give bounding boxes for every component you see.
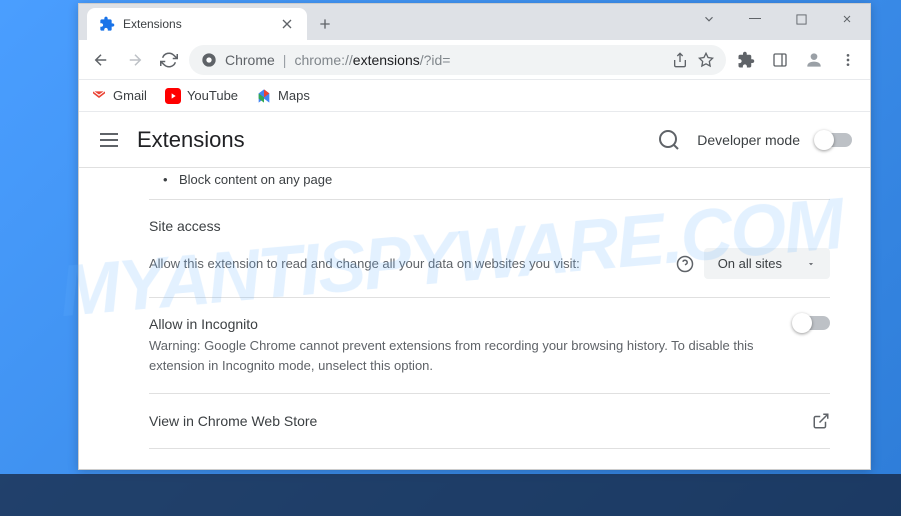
browser-tab[interactable]: Extensions — [87, 8, 307, 40]
bookmark-label: YouTube — [187, 88, 238, 103]
new-tab-button[interactable] — [311, 10, 339, 38]
bookmark-gmail[interactable]: Gmail — [91, 88, 147, 104]
search-icon[interactable] — [657, 128, 681, 152]
site-access-text: Allow this extension to read and change … — [149, 254, 666, 274]
source-section: Source — [149, 448, 830, 469]
chevron-down-icon — [806, 259, 816, 269]
browser-window: Extensions Chrome | chrome://extensions/… — [78, 3, 871, 470]
windows-taskbar[interactable] — [0, 474, 901, 516]
incognito-section: Allow in Incognito Warning: Google Chrom… — [149, 297, 830, 393]
star-icon[interactable] — [698, 52, 714, 68]
extension-icon — [99, 16, 115, 32]
panel-icon[interactable] — [766, 46, 794, 74]
incognito-toggle[interactable] — [794, 316, 830, 330]
hamburger-icon[interactable] — [97, 128, 121, 152]
tab-title: Extensions — [123, 17, 271, 31]
profile-icon[interactable] — [800, 46, 828, 74]
youtube-icon — [165, 88, 181, 104]
incognito-title: Allow in Incognito — [149, 316, 774, 332]
chevron-down-icon[interactable] — [686, 4, 732, 34]
gmail-icon — [91, 88, 107, 104]
bookmark-maps[interactable]: Maps — [256, 88, 310, 104]
address-bar[interactable]: Chrome | chrome://extensions/?id= — [189, 45, 726, 75]
forward-button[interactable] — [121, 46, 149, 74]
site-access-section: Site access Allow this extension to read… — [149, 199, 830, 297]
back-button[interactable] — [87, 46, 115, 74]
content-body: Block content on any page Site access Al… — [79, 168, 870, 469]
bookmark-youtube[interactable]: YouTube — [165, 88, 238, 104]
site-access-dropdown[interactable]: On all sites — [704, 248, 830, 279]
omnibox-label: Chrome — [225, 52, 275, 68]
source-title: Source — [149, 467, 830, 469]
titlebar: Extensions — [79, 4, 870, 40]
bookmark-label: Maps — [278, 88, 310, 103]
maps-icon — [256, 88, 272, 104]
chrome-icon — [201, 52, 217, 68]
page-title: Extensions — [137, 127, 245, 153]
bookmark-label: Gmail — [113, 88, 147, 103]
developer-mode-label: Developer mode — [697, 132, 800, 148]
page-header: Extensions Developer mode — [79, 112, 870, 168]
permission-item: Block content on any page — [149, 168, 830, 199]
view-in-webstore-link[interactable]: View in Chrome Web Store — [149, 412, 830, 430]
close-button[interactable] — [824, 4, 870, 34]
toolbar: Chrome | chrome://extensions/?id= — [79, 40, 870, 80]
close-icon[interactable] — [279, 16, 295, 32]
omnibox-divider: | — [283, 52, 287, 68]
help-icon[interactable] — [676, 255, 694, 273]
open-external-icon — [812, 412, 830, 430]
dropdown-value: On all sites — [718, 256, 782, 271]
extensions-icon[interactable] — [732, 46, 760, 74]
menu-icon[interactable] — [834, 46, 862, 74]
incognito-warning: Warning: Google Chrome cannot prevent ex… — [149, 336, 774, 375]
maximize-button[interactable] — [778, 4, 824, 34]
webstore-section: View in Chrome Web Store — [149, 393, 830, 448]
section-title: Site access — [149, 218, 830, 234]
bookmarks-bar: Gmail YouTube Maps — [79, 80, 870, 112]
window-controls — [686, 4, 870, 40]
developer-mode-toggle[interactable] — [816, 133, 852, 147]
webstore-label: View in Chrome Web Store — [149, 413, 317, 429]
reload-button[interactable] — [155, 46, 183, 74]
omnibox-url: chrome://extensions/?id= — [294, 52, 450, 68]
share-icon[interactable] — [672, 52, 688, 68]
minimize-button[interactable] — [732, 4, 778, 34]
